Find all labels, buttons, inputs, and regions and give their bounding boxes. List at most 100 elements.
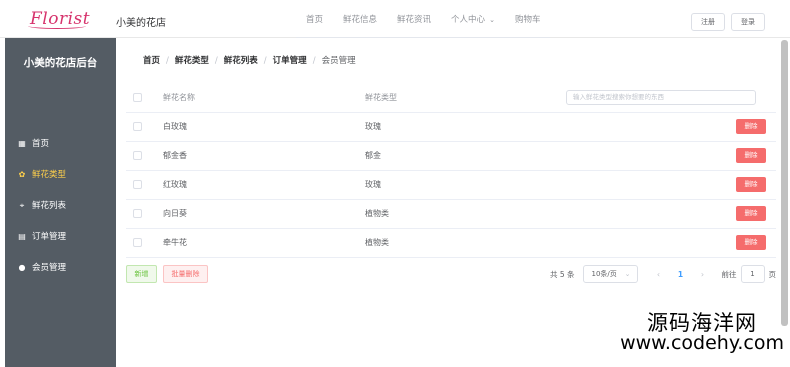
row-checkbox[interactable] [133,180,142,189]
scrollbar[interactable] [781,40,788,326]
watermark: 源码海洋网 www.codehy.com [620,312,784,354]
nav-flower-news[interactable]: 鲜花资讯 [387,0,441,38]
login-button[interactable]: 登录 [731,13,765,31]
column-header-name: 鲜花名称 [163,83,365,113]
prev-page-icon[interactable]: ‹ [650,270,668,279]
sidebar-item-label: 会员管理 [32,263,67,273]
row-checkbox[interactable] [133,151,142,160]
shop-name: 小美的花店 [116,18,166,29]
top-header: Florist 小美的花店 首页 鲜花信息 鲜花资讯 个人中心 ⌄ 购物车 注册 … [0,0,790,38]
table-footer: 新增 批量删除 共 5 条 10条/页 ⌄ ‹ 1 › 前往 1 页 [126,265,776,283]
flower-type-cell: 植物类 [365,199,565,229]
sidebar-item-flower-list[interactable]: ⌖ 鲜花列表 [5,190,116,221]
flower-name-cell: 白玫瑰 [163,112,365,142]
flower-name-cell: 牵牛花 [163,228,365,258]
row-checkbox[interactable] [133,209,142,218]
table-row: 郁金香 郁金 删除 [126,141,776,171]
flower-type-cell: 郁金 [365,141,565,171]
table-row: 红玫瑰 玫瑰 删除 [126,170,776,200]
search-input[interactable] [566,89,756,105]
breadcrumb-item[interactable]: 首页 [143,56,160,66]
column-header-type: 鲜花类型 [365,83,565,113]
nav-home[interactable]: 首页 [296,0,333,38]
nav-user-center-label: 个人中心 [451,15,486,25]
sidebar-item-members[interactable]: ● 会员管理 [5,252,116,283]
delete-button[interactable]: 删除 [736,206,766,221]
nav-user-center[interactable]: 个人中心 ⌄ [441,0,505,38]
select-all-checkbox[interactable] [133,92,142,102]
action-cell: 删除 [565,199,776,229]
sidebar-menu: ▦ 首页 ✿ 鲜花类型 ⌖ 鲜花列表 ▤ 订单管理 ● 会员管理 [5,128,116,283]
nav-cart[interactable]: 购物车 [505,0,551,38]
breadcrumb-item[interactable]: 鲜花列表 [224,56,258,66]
nav-flower-info[interactable]: 鲜花信息 [333,0,387,38]
sidebar-item-flower-types[interactable]: ✿ 鲜花类型 [5,159,116,190]
breadcrumb-current: 会员管理 [321,56,356,66]
action-cell: 删除 [565,170,776,200]
pagination: 共 5 条 10条/页 ⌄ ‹ 1 › 前往 1 页 [550,265,776,283]
breadcrumb-separator: / [214,56,218,66]
action-cell: 删除 [565,141,776,171]
flower-table: 鲜花名称 鲜花类型 白玫瑰玫瑰删除郁金香郁金删除红玫瑰玫瑰删除向日葵植物类删除牵… [126,83,776,258]
row-checkbox-cell [126,141,163,171]
breadcrumb: 首页 / 鲜花类型 / 鲜花列表 / 订单管理 / 会员管理 [143,54,356,66]
grid-icon: ▦ [18,139,26,148]
florist-logo[interactable]: Florist [28,9,90,29]
flower-icon: ✿ [18,170,26,179]
flower-name-cell: 郁金香 [163,141,365,171]
table-row: 向日葵 植物类 删除 [126,199,776,229]
row-checkbox-cell [126,112,163,142]
watermark-line2: www.codehy.com [620,332,784,355]
page-size-value: 10条/页 [591,270,617,278]
sidebar-item-label: 订单管理 [32,232,67,242]
location-icon: ⌖ [19,201,25,210]
delete-button[interactable]: 删除 [736,235,766,250]
action-cell: 删除 [565,112,776,142]
row-checkbox-cell [126,228,163,258]
table-row: 白玫瑰 玫瑰 删除 [126,112,776,142]
goto-page-input[interactable]: 1 [740,265,765,283]
delete-button[interactable]: 删除 [736,119,766,134]
flower-type-cell: 玫瑰 [365,112,565,142]
breadcrumb-separator: / [166,56,169,66]
logo-swirl [28,23,86,29]
sidebar-item-orders[interactable]: ▤ 订单管理 [5,221,116,252]
goto-label: 前往 [721,269,737,279]
action-cell: 删除 [565,228,776,258]
document-icon: ▤ [18,232,26,241]
breadcrumb-separator: / [312,56,316,66]
delete-button[interactable]: 删除 [736,177,766,192]
page-unit-label: 页 [768,269,777,279]
table-header-row: 鲜花名称 鲜花类型 [126,83,776,113]
watermark-line1: 源码海洋网 [647,311,758,335]
breadcrumb-item[interactable]: 订单管理 [273,56,307,66]
add-button[interactable]: 新增 [126,265,157,283]
top-nav: 首页 鲜花信息 鲜花资讯 个人中心 ⌄ 购物车 [296,0,551,38]
table-row: 牵牛花 植物类 删除 [126,228,776,258]
delete-button[interactable]: 删除 [736,148,766,163]
breadcrumb-separator: / [263,56,267,66]
chevron-down-icon: ⌄ [489,16,495,24]
batch-delete-button[interactable]: 批量删除 [163,265,208,283]
user-icon: ● [18,263,26,272]
row-checkbox-cell [126,170,163,200]
page-size-select[interactable]: 10条/页 ⌄ [582,265,638,283]
sidebar-item-label: 鲜花类型 [32,170,67,180]
row-checkbox[interactable] [133,122,142,131]
chevron-down-icon: ⌄ [624,270,631,278]
header-checkbox-cell [126,83,163,113]
admin-title: 小美的花店后台 [23,57,98,69]
flower-type-cell: 玫瑰 [365,170,565,200]
sidebar-item-home[interactable]: ▦ 首页 [5,128,116,159]
next-page-icon[interactable]: › [694,270,712,279]
total-count: 共 5 条 [549,269,575,279]
sidebar: 小美的花店后台 ▦ 首页 ✿ 鲜花类型 ⌖ 鲜花列表 ▤ 订单管理 ● 会员管理 [5,38,116,367]
flower-name-cell: 红玫瑰 [163,170,365,200]
sidebar-item-label: 首页 [32,139,50,149]
flower-name-cell: 向日葵 [163,199,365,229]
register-button[interactable]: 注册 [691,13,725,31]
breadcrumb-item[interactable]: 鲜花类型 [175,56,209,66]
row-checkbox[interactable] [133,238,142,247]
page-number[interactable]: 1 [672,270,690,279]
sidebar-item-label: 鲜花列表 [32,201,67,211]
